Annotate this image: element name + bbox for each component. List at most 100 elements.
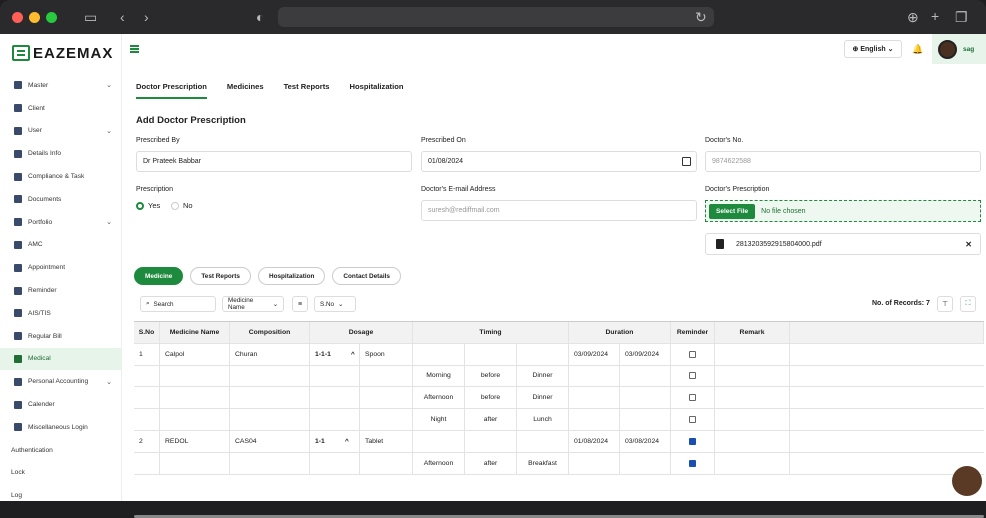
sidebar-item-amc[interactable]: AMC xyxy=(0,234,122,257)
sort-button[interactable]: ≡ xyxy=(292,296,308,312)
reminder-checkbox[interactable] xyxy=(689,437,696,445)
doctor-no-field[interactable]: 9874622588 xyxy=(705,151,981,172)
forward-icon[interactable]: › xyxy=(144,10,149,24)
calendar-icon[interactable] xyxy=(682,157,691,166)
sidebar-item-client[interactable]: Client xyxy=(0,97,122,120)
sidebar-item-master[interactable]: Master ⌄ xyxy=(0,74,122,97)
sidebar-item-label: Compliance & Task xyxy=(28,173,85,181)
bell-icon[interactable]: 🔔 xyxy=(912,44,923,55)
remove-file-icon[interactable]: ✕ xyxy=(965,240,972,249)
prescription-label: Prescription xyxy=(136,186,173,193)
table-cell xyxy=(620,387,671,409)
tabs-overview-icon[interactable]: ❐ xyxy=(955,10,968,24)
sidebar-item-label: AMC xyxy=(28,241,43,249)
reminder-checkbox[interactable] xyxy=(689,350,696,358)
file-name[interactable]: 2813203592915804000.pdf xyxy=(736,241,822,248)
column-header[interactable]: Dosage xyxy=(310,322,413,343)
column-header[interactable]: S.No xyxy=(134,322,160,343)
expand-icon[interactable]: ^ xyxy=(345,438,349,445)
address-bar[interactable] xyxy=(278,7,714,27)
table-cell xyxy=(160,365,230,387)
table-cell xyxy=(134,409,160,430)
search-input[interactable]: ⌕ Search xyxy=(140,296,216,312)
table-cell xyxy=(134,452,160,474)
table-cell xyxy=(160,409,230,430)
user-menu[interactable]: sag xyxy=(932,34,986,64)
column-header[interactable]: Remark xyxy=(715,322,790,343)
tab-hospitalization[interactable]: Hospitalization xyxy=(349,82,403,99)
privacy-shield-icon[interactable]: ◐ xyxy=(256,10,264,24)
subtab-test-reports[interactable]: Test Reports xyxy=(190,267,251,285)
sidebar-item-reminder[interactable]: Reminder xyxy=(0,279,122,302)
prescription-no-radio[interactable]: No xyxy=(171,201,193,210)
doctor-no-label: Doctor's No. xyxy=(705,137,744,144)
sidebar-item-documents[interactable]: Documents xyxy=(0,188,122,211)
email-label: Doctor's E-mail Address xyxy=(421,186,496,193)
table-cell xyxy=(360,387,413,409)
column-header[interactable]: Timing xyxy=(413,322,569,343)
reminder-cell xyxy=(671,409,715,430)
column-select[interactable]: Medicine Name ⌄ xyxy=(222,296,284,312)
sidebar-item-authentication[interactable]: Authentication xyxy=(0,439,122,462)
minimize-window-button[interactable] xyxy=(29,12,40,23)
tab-doctor-prescription[interactable]: Doctor Prescription xyxy=(136,82,207,99)
prescribed-on-field[interactable]: 01/08/2024 xyxy=(421,151,697,172)
sidebar-item-miscellaneous-login[interactable]: Miscellaneous Login xyxy=(0,416,122,439)
subtab-contact-details[interactable]: Contact Details xyxy=(332,267,401,285)
tab-medicines[interactable]: Medicines xyxy=(227,82,264,99)
column-header[interactable]: Medicine Name xyxy=(160,322,230,343)
sidebar-item-ais-tis[interactable]: AIS/TIS xyxy=(0,302,122,325)
reminder-checkbox[interactable] xyxy=(689,416,696,424)
column-header[interactable]: Duration xyxy=(569,322,671,343)
column-header[interactable]: Composition xyxy=(230,322,310,343)
sidebar-toggle-icon[interactable]: ▭ xyxy=(84,10,97,24)
reminder-checkbox[interactable] xyxy=(689,394,696,402)
table-cell xyxy=(620,365,671,387)
expand-icon[interactable]: ^ xyxy=(351,351,355,358)
sidebar-item-regular-bill[interactable]: Regular Bill xyxy=(0,325,122,348)
reload-icon[interactable]: ↻ xyxy=(695,10,707,24)
close-window-button[interactable] xyxy=(12,12,23,23)
brand-logo[interactable]: EAZEMAX xyxy=(12,43,113,63)
prescription-yes-radio[interactable]: Yes xyxy=(136,201,160,210)
language-select[interactable]: ⊕ English ⌄ xyxy=(844,40,902,58)
help-assistant-avatar[interactable] xyxy=(952,466,982,496)
subtab-hospitalization[interactable]: Hospitalization xyxy=(257,267,326,285)
file-upload[interactable]: Select File No file chosen xyxy=(705,200,981,222)
table-row: Morning before Dinner xyxy=(134,365,984,388)
dosage-cell xyxy=(310,409,360,430)
reminder-checkbox[interactable] xyxy=(689,372,696,380)
sidebar-item-compliance-task[interactable]: Compliance & Task xyxy=(0,165,122,188)
sidebar-item-lock[interactable]: Lock xyxy=(0,462,122,485)
reminder-checkbox[interactable] xyxy=(689,459,696,467)
tab-test-reports[interactable]: Test Reports xyxy=(284,82,330,99)
table-cell xyxy=(569,365,620,387)
select-file-button[interactable]: Select File xyxy=(709,203,756,219)
prescribed-on-value: 01/08/2024 xyxy=(428,158,464,165)
sort-field-select[interactable]: S.No ⌄ xyxy=(314,296,356,312)
download-icon[interactable]: ⊕ xyxy=(907,10,919,24)
filter-button[interactable]: ⊤ xyxy=(937,296,953,312)
email-field[interactable]: suresh@rediffmail.com xyxy=(421,200,697,221)
prescribed-by-field[interactable]: Dr Prateek Babbar xyxy=(136,151,412,172)
table-cell xyxy=(465,430,517,452)
new-tab-icon[interactable]: + xyxy=(931,9,939,23)
subtab-medicine[interactable]: Medicine xyxy=(134,267,184,285)
maximize-window-button[interactable] xyxy=(46,12,57,23)
sidebar-item-personal-accounting[interactable]: Personal Accounting ⌄ xyxy=(0,370,122,393)
sidebar-item-log[interactable]: Log xyxy=(0,484,122,507)
sidebar-item-portfolio[interactable]: Portfolio ⌄ xyxy=(0,211,122,234)
column-header[interactable]: Reminder xyxy=(671,322,715,343)
sidebar-item-appointment[interactable]: Appointment xyxy=(0,256,122,279)
fullscreen-button[interactable]: ⛶ xyxy=(960,296,976,312)
menu-item-icon xyxy=(14,354,22,363)
menu-item-icon xyxy=(14,104,22,113)
back-icon[interactable]: ‹ xyxy=(120,10,125,24)
sidebar-item-calender[interactable]: Calender xyxy=(0,393,122,416)
sidebar-item-details-info[interactable]: Details Info xyxy=(0,142,122,165)
menu-toggle-icon[interactable] xyxy=(130,45,139,53)
menu-item-icon xyxy=(14,149,22,158)
sidebar-item-user[interactable]: User ⌄ xyxy=(0,120,122,143)
sort-icon: ≡ xyxy=(297,300,303,308)
sidebar-item-medical[interactable]: Medical xyxy=(0,347,122,371)
